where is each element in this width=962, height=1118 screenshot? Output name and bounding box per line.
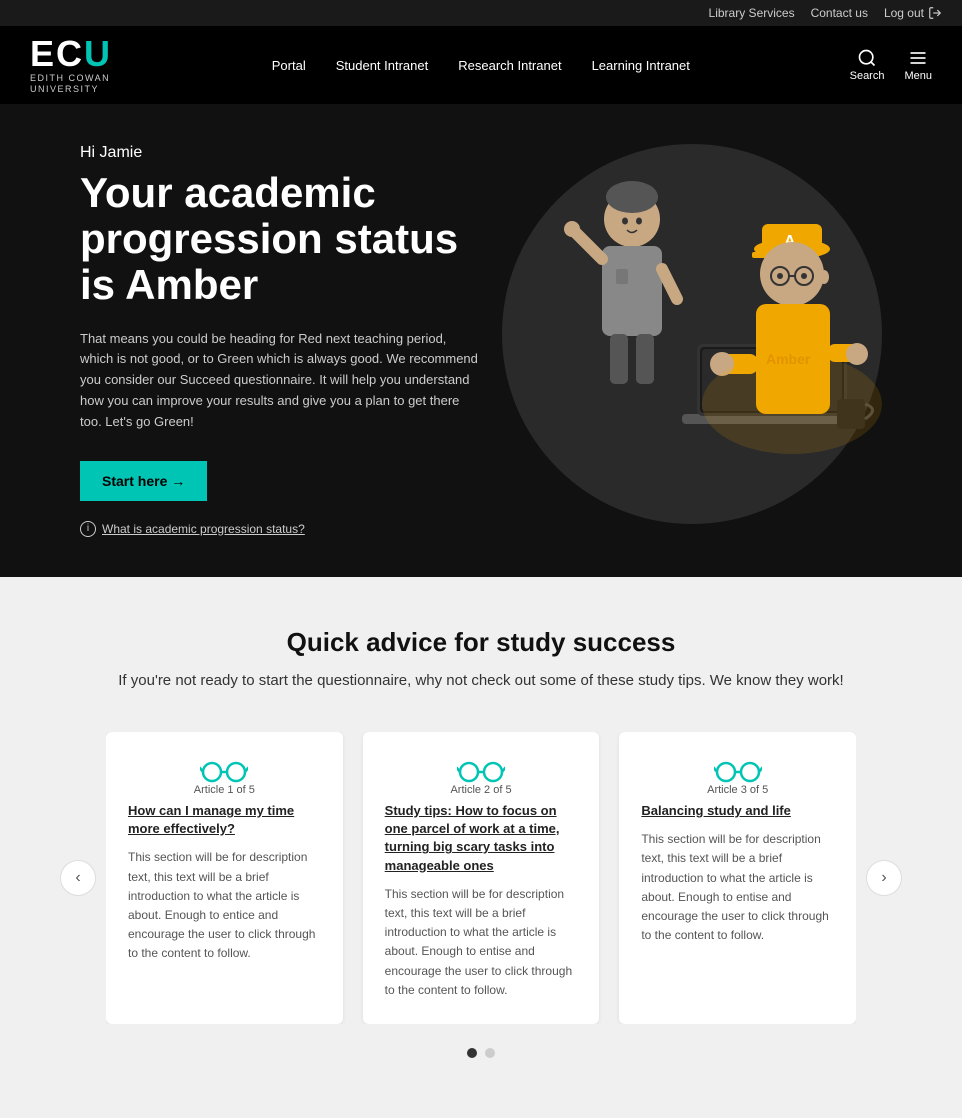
hero-illustration: A Amber [482,124,902,544]
advice-subtitle: If you're not ready to start the questio… [60,670,902,693]
glasses-icon-1 [200,756,248,784]
card-2-body: This section will be for description tex… [385,885,578,1000]
carousel-dots [60,1048,902,1058]
card-2-title[interactable]: Study tips: How to focus on one parcel o… [385,802,578,875]
card-3-title[interactable]: Balancing study and life [641,802,791,820]
logo-subtitle1: EDITH COWAN [30,74,112,83]
dot-1[interactable] [467,1048,477,1058]
card-3-icon-wrap: Article 3 of 5 [641,756,834,796]
glasses-icon-3 [714,756,762,784]
advice-title: Quick advice for study success [60,627,902,658]
hero-title: Your academic progression status is Ambe… [80,170,480,309]
logo-subtitle2: UNIVERSITY [30,85,112,94]
nav-student-intranet[interactable]: Student Intranet [336,58,429,73]
menu-action[interactable]: Menu [904,48,932,82]
search-label: Search [850,70,885,82]
hero-greeting: Hi Jamie [80,144,480,162]
logo-text: ECU [30,36,112,72]
logout-icon [928,6,942,20]
nav-learning-intranet[interactable]: Learning Intranet [592,58,690,73]
hero-content: Hi Jamie Your academic progression statu… [80,144,480,537]
logo-u: U [84,33,112,74]
info-icon: i [80,521,96,537]
academic-progression-link[interactable]: What is academic progression status? [102,522,305,536]
card-2-icon-wrap: Article 2 of 5 [385,756,578,796]
next-button[interactable]: › [866,860,902,896]
card-1-icon-wrap: Article 1 of 5 [128,756,321,796]
nav-portal[interactable]: Portal [272,58,306,73]
card-1-title[interactable]: How can I manage my time more effectivel… [128,802,321,838]
hero-characters-svg: A Amber [482,124,902,544]
contact-us-link[interactable]: Contact us [811,6,868,20]
nav-actions: Search Menu [850,48,932,82]
card-1: Article 1 of 5 How can I manage my time … [106,732,343,1024]
search-icon [857,48,877,68]
card-3: Article 3 of 5 Balancing study and life … [619,732,856,1024]
card-2: Article 2 of 5 Study tips: How to focus … [363,732,600,1024]
hero-body: That means you could be heading for Red … [80,329,480,433]
header: ECU EDITH COWAN UNIVERSITY Portal Studen… [0,26,962,104]
carousel: ‹ Article 1 of 5 How can I manage my tim… [60,732,902,1024]
logout-link[interactable]: Log out [884,6,942,20]
advice-section: Quick advice for study success If you're… [0,577,962,1118]
card-2-article-label: Article 2 of 5 [385,784,578,796]
dot-2[interactable] [485,1048,495,1058]
card-1-body: This section will be for description tex… [128,848,321,963]
library-services-link[interactable]: Library Services [709,6,795,20]
logo: ECU EDITH COWAN UNIVERSITY [30,36,112,94]
hero-info: i What is academic progression status? [80,521,480,537]
glasses-icon-2 [457,756,505,784]
search-action[interactable]: Search [850,48,885,82]
card-3-body: This section will be for description tex… [641,830,834,945]
hero-section: Hi Jamie Your academic progression statu… [0,104,962,577]
main-nav: Portal Student Intranet Research Intrane… [272,58,690,73]
card-1-article-label: Article 1 of 5 [128,784,321,796]
menu-label: Menu [904,70,932,82]
start-here-button[interactable]: Start here → [80,461,207,501]
menu-icon [908,48,928,68]
utility-bar: Library Services Contact us Log out [0,0,962,26]
card-3-article-label: Article 3 of 5 [641,784,834,796]
nav-research-intranet[interactable]: Research Intranet [458,58,561,73]
cards-row: Article 1 of 5 How can I manage my time … [106,732,856,1024]
prev-button[interactable]: ‹ [60,860,96,896]
